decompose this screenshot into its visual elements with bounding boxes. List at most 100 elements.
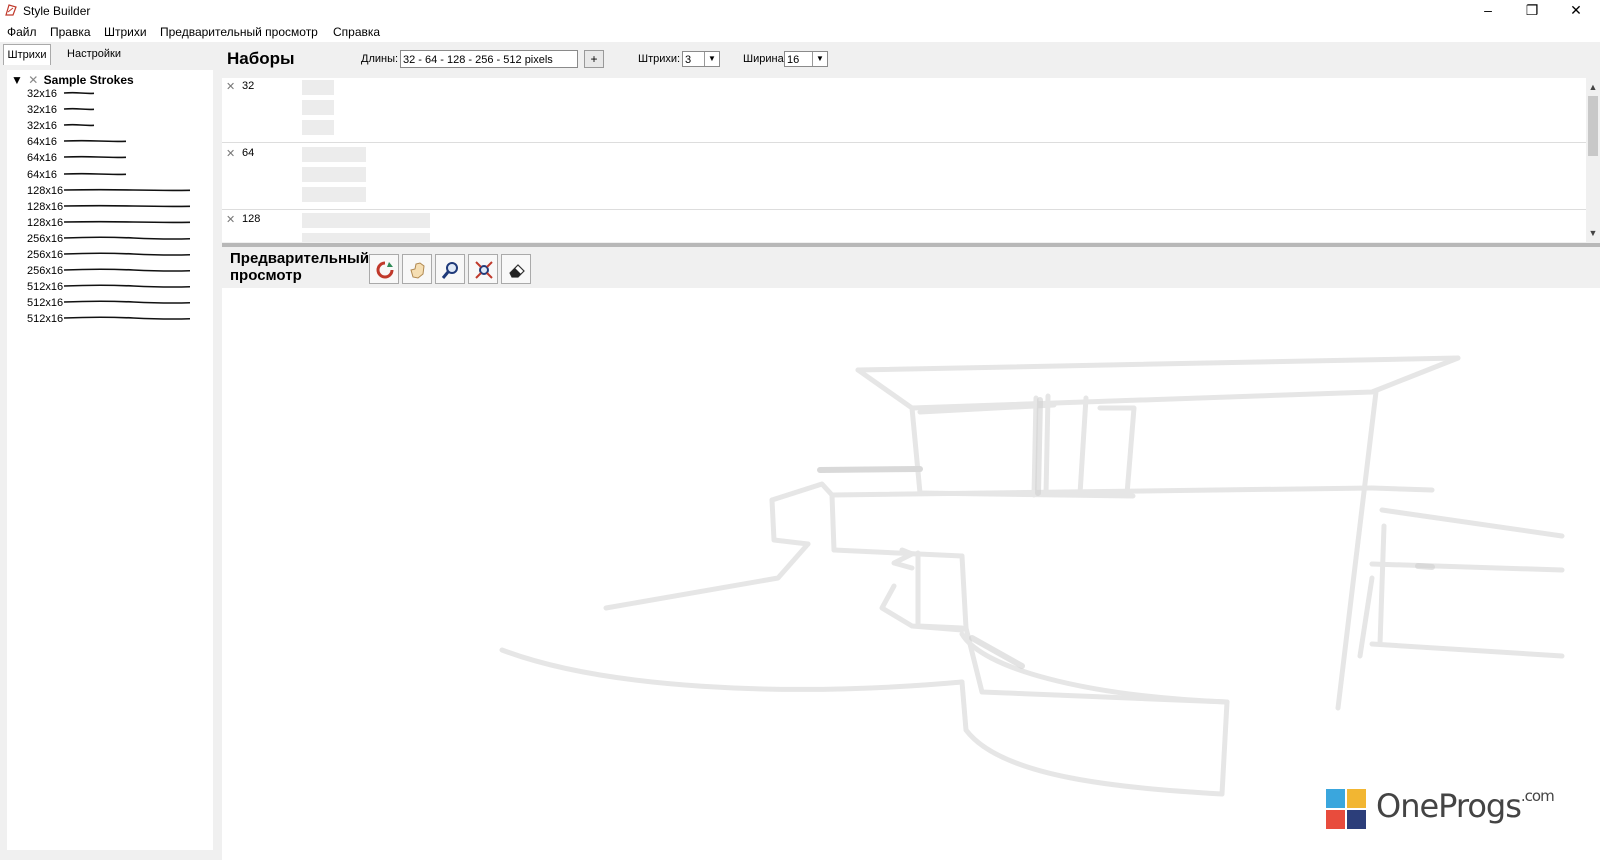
tree-item[interactable]: 512x16	[27, 297, 191, 312]
tree-item[interactable]: 64x16	[27, 168, 127, 184]
menu-help[interactable]: Справка	[333, 25, 380, 39]
close-button[interactable]: ✕	[1554, 0, 1598, 22]
collapse-triangle-icon[interactable]: ▼	[11, 73, 23, 87]
scroll-down-icon[interactable]: ▼	[1586, 226, 1600, 240]
tree-item-label: 32x16	[27, 88, 57, 100]
stroke-swatch	[302, 147, 366, 162]
sets-scrollbar[interactable]: ▲ ▼	[1586, 78, 1600, 242]
tree-item-label: 128x16	[27, 216, 64, 229]
stroke-preview-line	[63, 107, 95, 111]
panel-splitter[interactable]	[222, 243, 1600, 247]
stroke-swatch	[302, 167, 366, 182]
tree-item[interactable]: 128x16	[27, 216, 191, 232]
rotate-icon	[376, 261, 394, 279]
app-logo-icon	[5, 4, 17, 16]
preview-canvas[interactable]	[222, 288, 1600, 860]
window-title: Style Builder	[23, 4, 91, 18]
chevron-down-icon[interactable]: ▼	[812, 52, 827, 66]
minimize-button[interactable]: –	[1466, 0, 1510, 22]
lengths-input[interactable]: 32 - 64 - 128 - 256 - 512 pixels	[400, 50, 578, 68]
tab-settings[interactable]: Настройки	[58, 44, 130, 64]
add-length-button[interactable]: +	[584, 50, 604, 68]
hand-icon	[410, 262, 425, 279]
oneprogs-watermark: OneProgs.com	[1326, 785, 1586, 835]
stroke-preview-line	[63, 91, 95, 95]
tree-item[interactable]: 512x16	[27, 313, 191, 328]
stroke-preview-line	[63, 172, 127, 175]
scroll-thumb[interactable]	[1588, 96, 1598, 156]
tree-item-label: 64x16	[27, 152, 57, 165]
tree-item-label: 512x16	[27, 297, 64, 310]
strokes-tree: ▼ ✕ Sample Strokes 32x16 32x16 32x16 64x16 6…	[7, 70, 213, 850]
menu-preview[interactable]: Предварительный просмотр	[160, 25, 318, 39]
stroke-swatch	[302, 213, 430, 228]
tree-item-label: 256x16	[27, 265, 64, 278]
tree-item-label: 256x16	[27, 249, 64, 261]
rotate-tool-button[interactable]	[369, 254, 399, 284]
tree-item[interactable]: 512x16	[27, 281, 191, 296]
watermark-suffix: .com	[1520, 787, 1555, 805]
stroke-preview-line	[63, 124, 95, 127]
set-row[interactable]: ✕ 32	[222, 78, 1586, 143]
tree-item-label: 512x16	[27, 313, 64, 326]
delete-x-icon[interactable]: ✕	[226, 213, 235, 226]
width-select[interactable]: 16 ▼	[784, 51, 828, 67]
delete-x-icon[interactable]: ✕	[28, 73, 38, 87]
zoom-tool-button[interactable]	[435, 254, 465, 284]
scroll-up-icon[interactable]: ▲	[1586, 80, 1600, 94]
set-row[interactable]: ✕ 64	[222, 143, 1586, 210]
stroke-swatch	[302, 100, 334, 115]
tree-root[interactable]: ▼ ✕ Sample Strokes	[11, 73, 134, 87]
set-row-label: 64	[242, 147, 255, 159]
sketch-drawing	[499, 355, 1565, 797]
stroke-preview-line	[63, 140, 127, 143]
tree-item[interactable]: 128x16	[27, 185, 191, 200]
preview-toolbar: Предварительный просмотр	[222, 248, 1600, 288]
width-value: 16	[787, 54, 800, 66]
stroke-preview-line	[63, 204, 191, 207]
menu-file[interactable]: Файл	[7, 25, 37, 39]
set-row[interactable]: ✕ 128	[222, 210, 1586, 242]
restore-button[interactable]: ❐	[1510, 0, 1554, 22]
pan-tool-button[interactable]	[402, 254, 432, 284]
stroke-swatch	[302, 120, 334, 135]
tree-item[interactable]: 32x16	[27, 88, 95, 103]
chevron-down-icon[interactable]: ▼	[704, 52, 719, 66]
tree-item[interactable]: 64x16	[27, 152, 127, 167]
eraser-tool-button[interactable]	[501, 254, 531, 284]
tab-strokes[interactable]: Штрихи	[3, 44, 51, 65]
strokes-count-select[interactable]: 3 ▼	[682, 51, 720, 67]
stroke-swatch	[302, 80, 334, 95]
preview-title: Предварительный просмотр	[230, 250, 370, 284]
stroke-preview-line	[63, 188, 191, 191]
stroke-preview-line	[63, 252, 191, 256]
delete-x-icon[interactable]: ✕	[226, 80, 235, 93]
zoom-extents-button[interactable]	[468, 254, 498, 284]
tree-item-label: 128x16	[27, 200, 64, 213]
stroke-preview-line	[63, 236, 191, 240]
sets-toolbar: Наборы Длины: 32 - 64 - 128 - 256 - 512 …	[222, 42, 1600, 78]
tree-item[interactable]: 32x16	[27, 104, 95, 119]
menu-strokes[interactable]: Штрихи	[104, 25, 147, 39]
tree-root-label: Sample Strokes	[43, 73, 134, 87]
tree-item[interactable]: 32x16	[27, 120, 95, 135]
delete-x-icon[interactable]: ✕	[226, 147, 235, 160]
set-row-label: 32	[242, 80, 255, 92]
strokes-count-value: 3	[685, 54, 692, 66]
left-panel: Штрихи Настройки ▼ ✕ Sample Strokes 32x1…	[0, 42, 216, 860]
sets-list: ✕ 32 ✕ 64 ✕ 128	[222, 78, 1586, 242]
tree-item[interactable]: 256x16	[27, 233, 191, 248]
tree-item[interactable]: 256x16	[27, 249, 191, 264]
set-row-label: 128	[242, 213, 261, 225]
tree-item[interactable]: 128x16	[27, 200, 191, 216]
eraser-icon	[509, 264, 525, 278]
watermark-brand: OneProgs	[1376, 787, 1522, 825]
menu-edit[interactable]: Правка	[50, 25, 91, 39]
zoom-icon	[441, 262, 458, 279]
tree-item[interactable]: 64x16	[27, 136, 127, 151]
stroke-preview-line	[63, 316, 191, 321]
tree-item-label: 64x16	[27, 168, 57, 181]
stroke-swatch	[302, 233, 430, 242]
tree-item[interactable]: 256x16	[27, 265, 191, 280]
oneprogs-logo-icon	[1326, 789, 1366, 829]
